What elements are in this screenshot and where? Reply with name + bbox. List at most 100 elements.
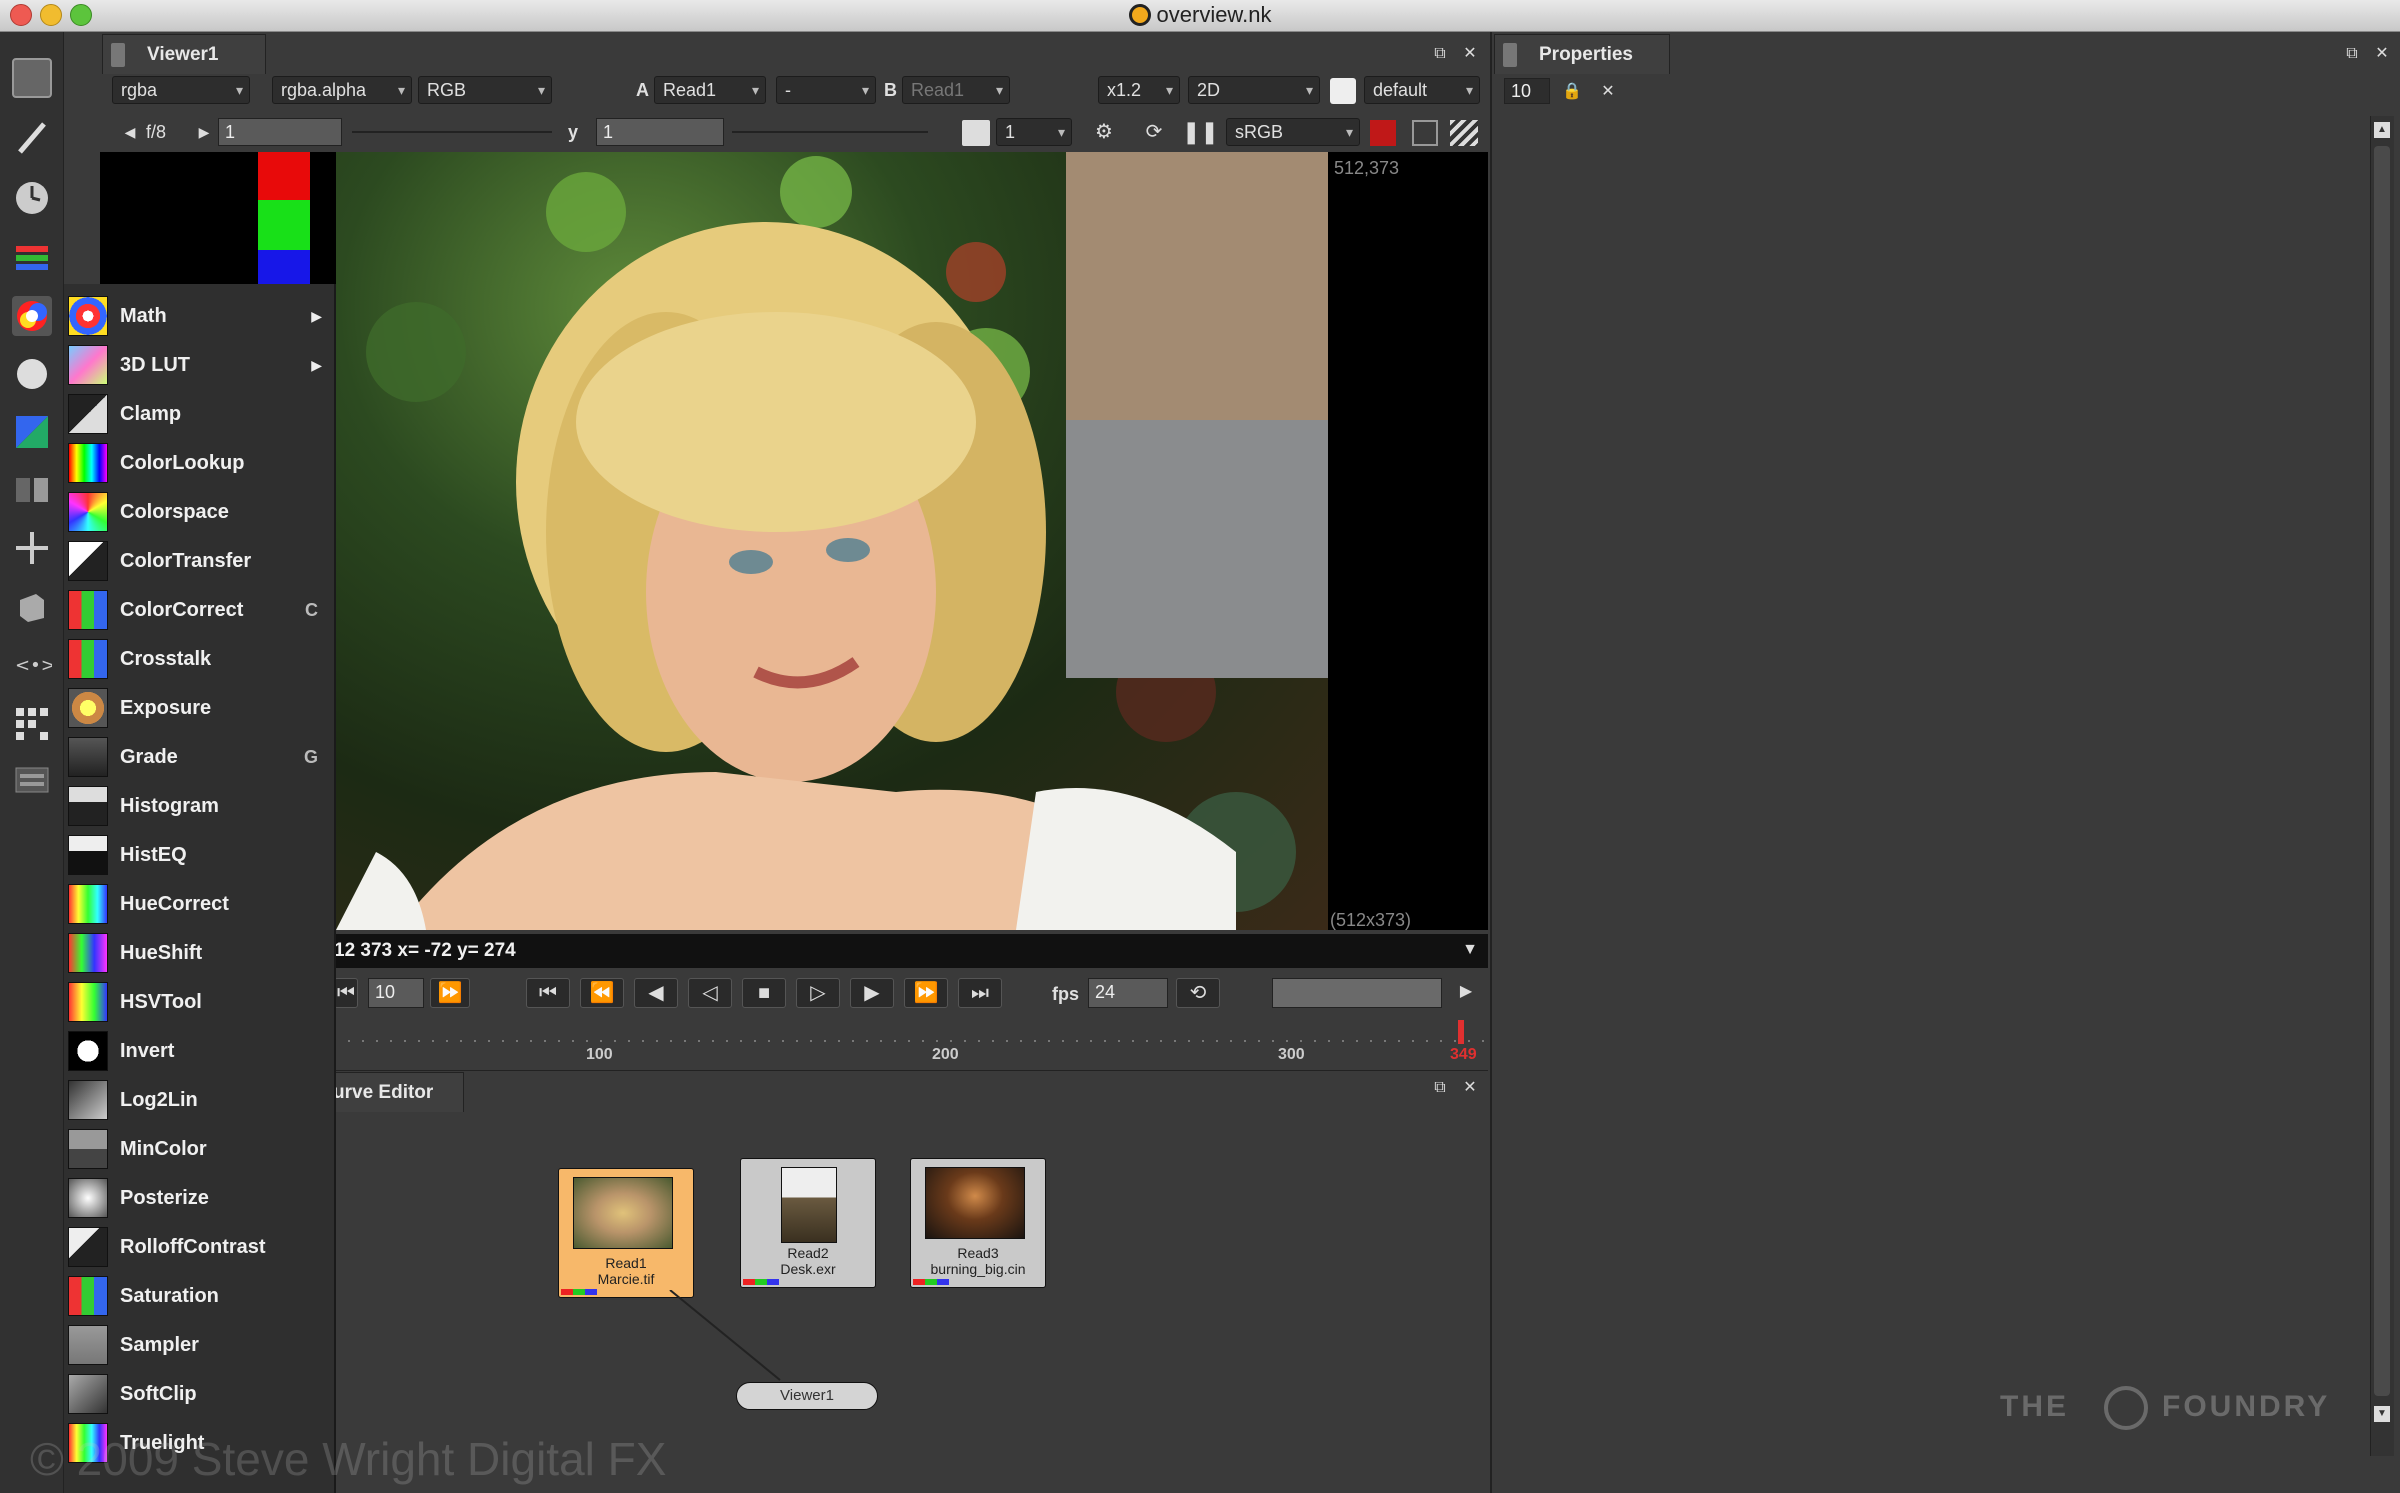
lock-properties-icon[interactable]: 🔒 <box>1558 78 1586 106</box>
3d-nodes-icon[interactable] <box>12 586 52 626</box>
jump-start-icon[interactable]: ⏮ <box>334 978 358 1008</box>
fps-field[interactable]: 24 <box>1088 978 1168 1008</box>
properties-float-icon[interactable]: ⧉ <box>2338 40 2366 68</box>
gamma-field[interactable]: 1 <box>596 118 724 146</box>
pause-icon[interactable]: ❚❚ <box>1182 118 1219 146</box>
tab-properties[interactable]: Properties <box>1494 34 1670 74</box>
loop-mode-icon[interactable]: ⟲ <box>1176 978 1220 1008</box>
node-graph-float-icon[interactable]: ⧉ <box>1426 1074 1454 1102</box>
skip-frames-field[interactable] <box>1272 978 1442 1008</box>
play-backward-icon[interactable]: ◁ <box>688 978 732 1008</box>
display-channels-dropdown[interactable]: RGB <box>418 76 552 104</box>
scroll-down-icon[interactable]: ▼ <box>2374 1406 2390 1422</box>
refresh-icon[interactable]: ⟳ <box>1140 118 1168 146</box>
node-viewer1[interactable]: Viewer1 <box>736 1382 878 1410</box>
first-frame-icon[interactable]: ⏮ <box>526 978 570 1008</box>
fast-forward-icon[interactable]: ⏩ <box>430 978 470 1008</box>
roi-icon[interactable]: ⚙ <box>1090 118 1118 146</box>
lut-dropdown[interactable]: default <box>1364 76 1480 104</box>
next-keyframe-icon[interactable]: ⏩ <box>904 978 948 1008</box>
view-mode-dropdown[interactable]: 2D <box>1188 76 1320 104</box>
channels-dropdown[interactable]: rgba <box>112 76 250 104</box>
menu-item-histeq[interactable]: HistEQ <box>64 829 336 878</box>
step-back-icon[interactable]: ◀ <box>634 978 678 1008</box>
info-bar-expand-icon[interactable]: ▼ <box>1456 936 1484 964</box>
play-forward-icon[interactable]: ▷ <box>796 978 840 1008</box>
scroll-thumb[interactable] <box>2374 146 2390 1396</box>
menu-item-saturation[interactable]: Saturation <box>64 1270 336 1319</box>
proxy-icon[interactable] <box>962 120 990 146</box>
clipping-warning-icon[interactable] <box>1370 120 1396 146</box>
input-b-dropdown[interactable]: Read1 <box>902 76 1010 104</box>
menu-item-grade[interactable]: Grade G <box>64 731 336 780</box>
fstop-decrease-icon[interactable]: ◀ <box>116 118 144 146</box>
node-graph-close-icon[interactable]: ✕ <box>1456 1074 1484 1102</box>
menu-item-posterize[interactable]: Posterize <box>64 1172 336 1221</box>
colorspace-dropdown[interactable]: sRGB <box>1226 118 1360 146</box>
properties-scrollbar[interactable]: ▲ ▼ <box>2370 116 2394 1456</box>
other-nodes-icon[interactable] <box>12 760 52 800</box>
menu-item-colorlookup[interactable]: ColorLookup <box>64 437 336 486</box>
transform-nodes-icon[interactable] <box>12 528 52 568</box>
gamma-slider[interactable] <box>732 131 928 133</box>
menu-item-softclip[interactable]: SoftClip <box>64 1368 336 1417</box>
menu-item-hsvtool[interactable]: HSVTool <box>64 976 336 1025</box>
clear-properties-icon[interactable]: ✕ <box>1594 78 1622 106</box>
color-nodes-icon[interactable] <box>12 296 52 336</box>
menu-item-3d-lut[interactable]: 3D LUT ▶ <box>64 339 336 388</box>
tab-viewer1[interactable]: Viewer1 <box>102 34 266 74</box>
menu-item-crosstalk[interactable]: Crosstalk <box>64 633 336 682</box>
menu-item-colorcorrect[interactable]: ColorCorrect C <box>64 584 336 633</box>
keyer-nodes-icon[interactable] <box>12 412 52 452</box>
last-frame-icon[interactable]: ⏭ <box>958 978 1002 1008</box>
menu-item-colorspace[interactable]: Colorspace <box>64 486 336 535</box>
menu-item-histogram[interactable]: Histogram <box>64 780 336 829</box>
menu-item-huecorrect[interactable]: HueCorrect <box>64 878 336 927</box>
current-frame-marker[interactable]: 349 <box>1450 1046 1477 1064</box>
alpha-channel-dropdown[interactable]: rgba.alpha <box>272 76 412 104</box>
close-panel-icon[interactable]: ✕ <box>1456 40 1484 68</box>
gain-slider[interactable] <box>352 131 552 133</box>
step-forward-icon[interactable]: ▶ <box>850 978 894 1008</box>
playback-options-icon[interactable]: ▶ <box>1452 978 1480 1006</box>
menu-item-colortransfer[interactable]: ColorTransfer <box>64 535 336 584</box>
menu-item-sampler[interactable]: Sampler <box>64 1319 336 1368</box>
image-nodes-icon[interactable] <box>12 58 52 98</box>
input-a-dropdown[interactable]: Read1 <box>654 76 766 104</box>
zoom-dropdown[interactable]: x1.2 <box>1098 76 1180 104</box>
lock-icon[interactable] <box>1330 78 1356 104</box>
node-read2[interactable]: Read2 Desk.exr <box>740 1158 876 1288</box>
filter-nodes-icon[interactable] <box>12 354 52 394</box>
frame-field[interactable]: 10 <box>368 978 424 1008</box>
stop-icon[interactable]: ■ <box>742 978 786 1008</box>
fstop-increase-icon[interactable]: ▶ <box>190 118 218 146</box>
safe-area-icon[interactable] <box>1412 120 1438 146</box>
menu-item-hueshift[interactable]: HueShift <box>64 927 336 976</box>
checkerboard-icon[interactable] <box>1450 120 1478 146</box>
metadata-nodes-icon[interactable] <box>12 702 52 742</box>
float-panel-icon[interactable]: ⧉ <box>1426 40 1454 68</box>
node-read1[interactable]: Read1 Marcie.tif <box>558 1168 694 1298</box>
menu-item-exposure[interactable]: Exposure <box>64 682 336 731</box>
channel-nodes-icon[interactable] <box>12 238 52 278</box>
menu-item-rolloffcontrast[interactable]: RolloffContrast <box>64 1221 336 1270</box>
merge-nodes-icon[interactable] <box>12 470 52 510</box>
timeline[interactable]: 100 200 300 349 <box>334 1020 1484 1066</box>
views-nodes-icon[interactable]: <•> <box>12 644 56 684</box>
menu-item-clamp[interactable]: Clamp <box>64 388 336 437</box>
menu-item-log2lin[interactable]: Log2Lin <box>64 1074 336 1123</box>
scroll-up-icon[interactable]: ▲ <box>2374 122 2390 138</box>
gain-field[interactable]: 1 <box>218 118 342 146</box>
wipe-operation-dropdown[interactable]: - <box>776 76 876 104</box>
max-panels-field[interactable]: 10 <box>1504 78 1550 104</box>
draw-nodes-icon[interactable] <box>12 118 52 158</box>
proxy-dropdown[interactable]: 1 <box>996 118 1072 146</box>
menu-item-invert[interactable]: Invert <box>64 1025 336 1074</box>
time-nodes-icon[interactable] <box>12 178 52 218</box>
properties-close-icon[interactable]: ✕ <box>2368 40 2396 68</box>
playhead[interactable] <box>1458 1020 1464 1044</box>
node-read3[interactable]: Read3 burning_big.cin <box>910 1158 1046 1288</box>
prev-keyframe-icon[interactable]: ⏪ <box>580 978 624 1008</box>
tab-curve-editor[interactable]: urve Editor <box>324 1072 464 1112</box>
menu-item-mincolor[interactable]: MinColor <box>64 1123 336 1172</box>
